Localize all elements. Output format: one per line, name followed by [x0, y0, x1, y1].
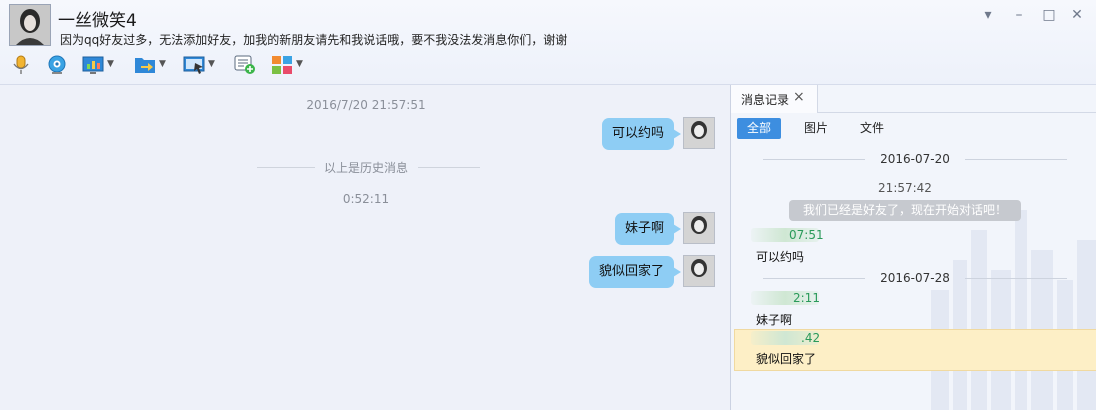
minimize-button[interactable]: – [1010, 6, 1028, 24]
chevron-down-icon: ▾ [984, 7, 992, 23]
history-message[interactable]: 可以约吗 [756, 248, 804, 265]
date-label: 2016-07-20 [880, 152, 950, 166]
filter-files[interactable]: 文件 [850, 118, 894, 139]
contact-signature: 因为qq好友过多，无法添加好友，加我的新朋友请先和我说话哦，要不我没法发消息你们… [60, 33, 568, 47]
divider [418, 167, 480, 168]
history-divider-label: 以上是历史消息 [323, 161, 408, 175]
close-icon[interactable]: × [793, 89, 805, 105]
message-bubble[interactable]: 可以约吗 [601, 118, 682, 150]
avatar[interactable] [683, 117, 715, 149]
chevron-down-icon: ▼ [107, 59, 114, 69]
date-separator: 2016-07-28 [731, 271, 1096, 285]
webcam-icon [48, 55, 66, 74]
avatar[interactable] [683, 255, 715, 287]
divider [257, 167, 315, 168]
date-separator: 2016-07-20 [731, 152, 1096, 166]
system-message: 我们已经是好友了，现在开始对话吧！ [789, 200, 1021, 221]
chat-add-icon [234, 55, 255, 74]
filter-all[interactable]: 全部 [737, 118, 782, 139]
microphone-icon [13, 55, 29, 74]
close-icon: ✕ [1071, 7, 1083, 23]
date-label: 2016-07-28 [880, 271, 950, 285]
minimize-icon: – [1015, 7, 1023, 23]
folder-arrow-icon [135, 58, 155, 73]
history-message[interactable]: 妹子啊 [756, 311, 792, 328]
menu-dropdown-button[interactable]: ▾ [979, 6, 997, 24]
message-bubble[interactable]: 妹子啊 [614, 213, 682, 245]
entry-time: 2:11 [793, 291, 820, 305]
screen-cursor-icon [183, 56, 205, 74]
message-bubble[interactable]: 貌似回家了 [588, 256, 682, 288]
contact-name: 一丝微笑4 [58, 11, 137, 31]
chat-message-area[interactable]: 2016/7/20 21:57:51 可以约吗 以上是历史消息 0:52:11 … [0, 85, 730, 410]
contact-avatar[interactable] [9, 4, 51, 46]
chevron-down-icon: ▼ [208, 59, 215, 69]
maximize-icon: □ [1042, 7, 1056, 23]
message-timestamp: 2016/7/20 21:57:51 [306, 98, 426, 112]
maximize-button[interactable]: □ [1040, 6, 1058, 24]
divider [817, 112, 1096, 113]
filter-images[interactable]: 图片 [794, 118, 838, 139]
tab-label: 消息记录 [741, 93, 790, 107]
chevron-down-icon: ▼ [159, 59, 166, 69]
title-bar: 一丝微笑4 因为qq好友过多，无法添加好友，加我的新朋友请先和我说话哦，要不我没… [0, 0, 1096, 85]
message-timestamp: 21:57:42 [878, 181, 932, 195]
history-message[interactable]: 貌似回家了 [756, 350, 816, 367]
message-timestamp: 0:52:11 [342, 192, 390, 206]
monitor-chart-icon [82, 56, 104, 74]
chevron-down-icon: ▼ [296, 59, 303, 69]
entry-time: 07:51 [789, 228, 824, 242]
avatar[interactable] [683, 212, 715, 244]
close-button[interactable]: ✕ [1068, 6, 1086, 24]
entry-time: .42 [801, 331, 821, 345]
tab-message-history[interactable]: 消息记录 × [731, 85, 818, 113]
apps-grid-icon [272, 56, 292, 74]
message-history-panel: 消息记录 × 全部 图片 文件 2016-07-20 21:57:42 我们已经… [730, 85, 1096, 410]
